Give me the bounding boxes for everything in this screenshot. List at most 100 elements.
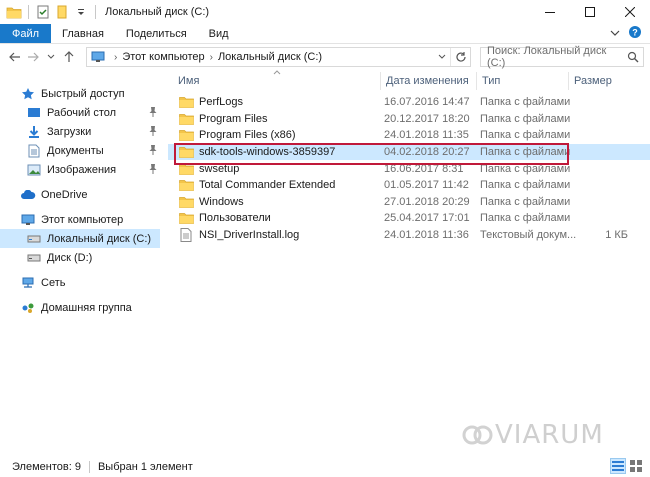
search-icon[interactable] — [623, 51, 643, 63]
ribbon-right-controls: ? — [610, 24, 650, 43]
title-bar: Локальный диск (C:) — [0, 0, 650, 24]
file-size — [568, 210, 628, 227]
file-name: Program Files — [199, 112, 268, 125]
tab-view[interactable]: Вид — [198, 24, 240, 43]
pictures-icon — [26, 162, 42, 178]
watermark-logo-icon — [462, 425, 493, 445]
file-date: 04.02.2018 20:27 — [384, 146, 470, 159]
file-row[interactable]: Program Files (x86) 24.01.2018 11:35 Пап… — [168, 127, 650, 144]
file-type: Папка с файлами — [480, 96, 571, 109]
pin-icon[interactable] — [148, 163, 158, 178]
file-size — [568, 177, 628, 194]
address-dropdown-button[interactable] — [434, 48, 450, 66]
network-icon — [20, 275, 36, 291]
file-name-cell: Program Files (x86) — [178, 127, 296, 144]
homegroup-icon — [20, 300, 36, 316]
folder-icon — [178, 178, 194, 192]
large-icons-view-button[interactable] — [628, 458, 644, 474]
file-date: 16.06.2017 8:31 — [384, 162, 464, 175]
file-type: Папка с файлами — [480, 179, 571, 192]
new-folder-icon[interactable] — [54, 4, 70, 20]
file-row[interactable]: Windows 27.01.2018 20:29 Папка с файлами — [168, 194, 650, 211]
file-date: 24.01.2018 11:36 — [384, 229, 469, 242]
column-header-size[interactable]: Размер — [568, 70, 638, 92]
nav-desktop[interactable]: Рабочий стол — [0, 103, 168, 122]
expand-ribbon-icon[interactable] — [610, 28, 620, 40]
documents-icon — [26, 143, 42, 159]
properties-icon[interactable] — [35, 4, 51, 20]
tab-home[interactable]: Главная — [51, 24, 115, 43]
desktop-icon — [26, 105, 42, 121]
back-button[interactable] — [6, 47, 24, 67]
folder-icon — [178, 162, 194, 176]
column-headers: Имя Дата изменения Тип Размер — [168, 70, 650, 92]
refresh-button[interactable] — [450, 48, 470, 66]
customize-toolbar-icon[interactable] — [73, 4, 89, 20]
nav-item-label: Локальный диск (C:) — [47, 232, 152, 245]
up-button[interactable] — [60, 47, 78, 67]
folder-icon — [178, 145, 194, 159]
pin-icon[interactable] — [148, 125, 158, 140]
breadcrumb-local-disk[interactable]: Локальный диск (C:) — [218, 51, 322, 63]
toolbar-divider — [28, 5, 29, 19]
pin-icon[interactable] — [148, 144, 158, 159]
file-row[interactable]: Пользователи 25.04.2017 17:01 Папка с фа… — [168, 210, 650, 227]
nav-local-disk-c[interactable]: Локальный диск (C:) — [0, 229, 160, 248]
pin-icon[interactable] — [148, 106, 158, 121]
file-row[interactable]: swsetup 16.06.2017 8:31 Папка с файлами — [168, 160, 650, 177]
search-box[interactable]: Поиск: Локальный диск (C:) — [480, 45, 644, 69]
nav-downloads[interactable]: Загрузки — [0, 122, 168, 141]
column-header-date[interactable]: Дата изменения — [380, 70, 476, 92]
file-size: 1 КБ — [605, 229, 628, 242]
tab-file[interactable]: Файл — [0, 24, 52, 43]
file-date: 20.12.2017 18:20 — [384, 112, 470, 125]
file-name-cell: Total Commander Extended — [178, 177, 335, 194]
column-header-type[interactable]: Тип — [476, 70, 568, 92]
maximize-button[interactable] — [570, 0, 610, 24]
recent-locations-button[interactable] — [42, 47, 60, 67]
column-header-name[interactable]: Имя — [172, 70, 380, 92]
file-row[interactable]: PerfLogs 16.07.2016 14:47 Папка с файлам… — [168, 94, 650, 111]
nav-item-label: Этот компьютер — [41, 213, 124, 226]
file-row[interactable]: Total Commander Extended 01.05.2017 11:4… — [168, 177, 650, 194]
forward-button[interactable] — [24, 47, 42, 67]
nav-quick-access[interactable]: Быстрый доступ — [0, 84, 168, 103]
nav-pictures[interactable]: Изображения — [0, 160, 168, 179]
file-row[interactable]: NSI_DriverInstall.log 24.01.2018 11:36 Т… — [168, 227, 650, 244]
breadcrumb-this-pc[interactable]: Этот компьютер — [122, 51, 204, 63]
minimize-button[interactable] — [530, 0, 570, 24]
details-view-button[interactable] — [610, 458, 626, 474]
svg-text:?: ? — [632, 28, 638, 38]
search-input[interactable]: Поиск: Локальный диск (C:) — [487, 45, 623, 69]
file-row-selected[interactable]: sdk-tools-windows-3859397 04.02.2018 20:… — [168, 143, 650, 161]
nav-item-label: Рабочий стол — [47, 106, 117, 119]
nav-homegroup[interactable]: Домашняя группа — [0, 298, 168, 317]
file-type: Папка с файлами — [480, 146, 571, 159]
window-controls — [530, 0, 650, 24]
file-name-cell: sdk-tools-windows-3859397 — [178, 144, 335, 161]
watermark: VIARUM — [461, 418, 604, 452]
nav-item-label: Сеть — [41, 276, 66, 289]
file-type: Папка с файлами — [480, 195, 571, 208]
help-icon[interactable]: ? — [628, 25, 642, 42]
nav-disk-d[interactable]: Диск (D:) — [0, 248, 168, 267]
folder-icon — [178, 95, 194, 109]
nav-network[interactable]: Сеть — [0, 273, 168, 292]
address-bar[interactable]: › Этот компьютер › Локальный диск (C:) — [86, 47, 471, 67]
explorer-folder-icon[interactable] — [6, 4, 22, 20]
close-button[interactable] — [610, 0, 650, 24]
folder-icon — [178, 211, 194, 225]
file-name-cell: PerfLogs — [178, 94, 243, 111]
computer-icon — [91, 51, 105, 63]
file-row[interactable]: Program Files 20.12.2017 18:20 Папка с ф… — [168, 111, 650, 128]
file-type: Папка с файлами — [480, 162, 571, 175]
nav-item-label: Диск (D:) — [47, 251, 93, 264]
tab-share[interactable]: Поделиться — [115, 24, 198, 43]
nav-this-pc[interactable]: Этот компьютер — [0, 210, 168, 229]
status-divider — [88, 460, 90, 473]
file-name: swsetup — [199, 162, 240, 175]
file-type: Папка с файлами — [480, 129, 571, 142]
nav-onedrive[interactable]: OneDrive — [0, 185, 168, 204]
cloud-icon — [20, 187, 36, 203]
nav-documents[interactable]: Документы — [0, 141, 168, 160]
